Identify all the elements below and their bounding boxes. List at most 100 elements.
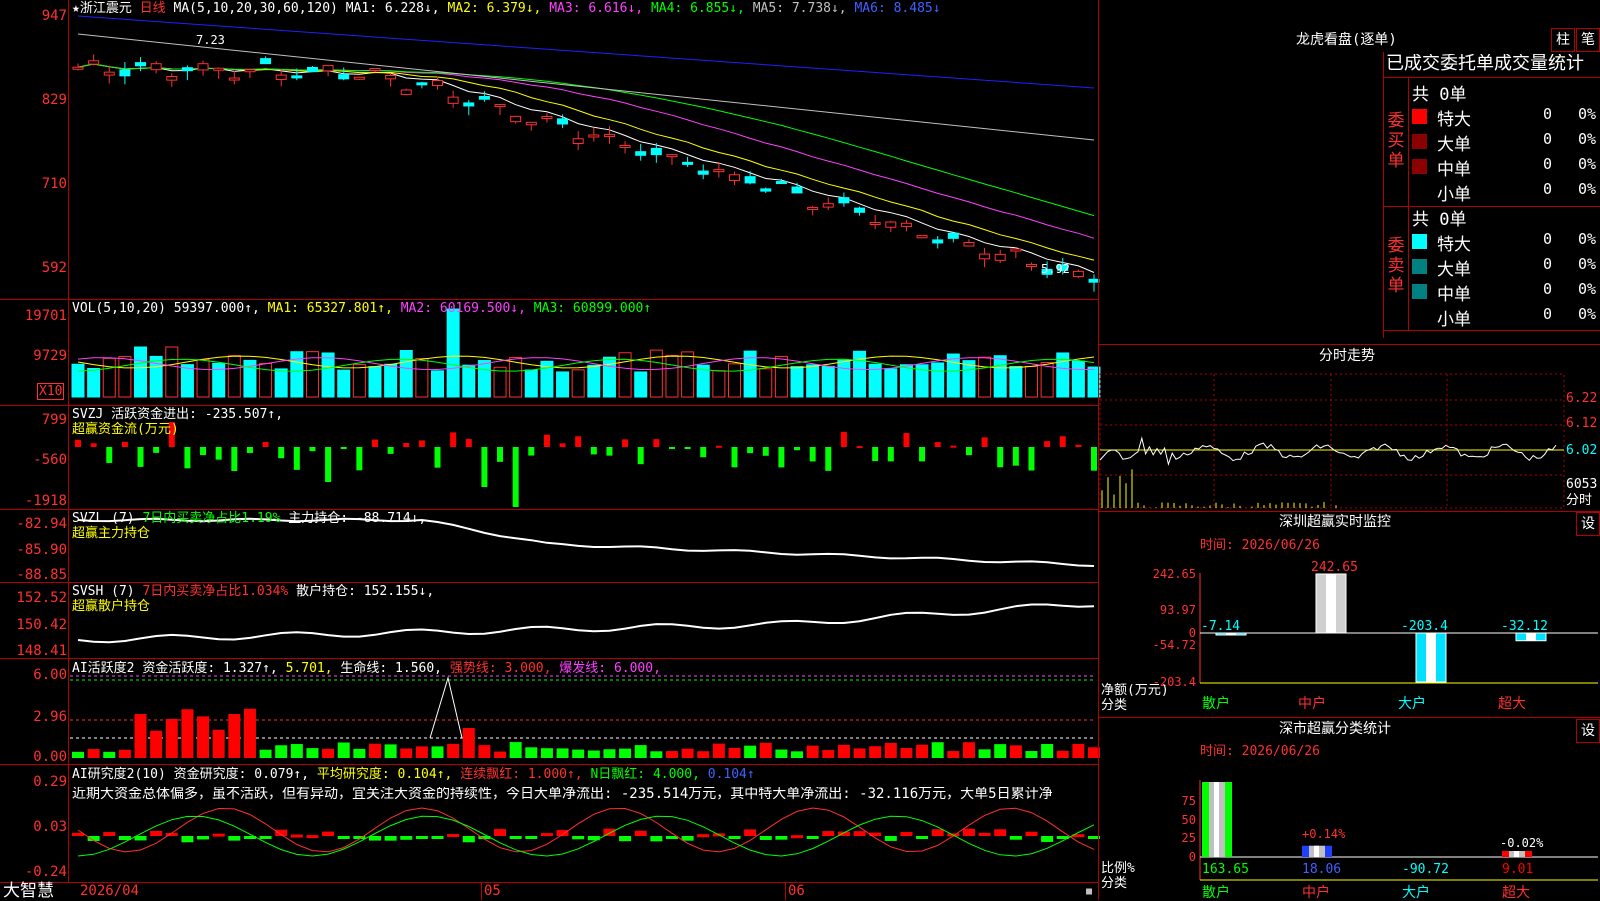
bar-mode-button[interactable]: 柱 — [1551, 28, 1575, 52]
classstat-settings-button[interactable]: 设 — [1576, 719, 1600, 743]
candle — [916, 235, 928, 239]
candle — [275, 74, 287, 80]
svzl-header: SVZL (7) 7日内买卖净占比1.19% 主力持仓: -88.714↓, — [72, 511, 427, 526]
ai-active-bar — [728, 747, 741, 758]
buy-side-label: 委买单 — [1387, 111, 1405, 171]
pane-divider — [0, 509, 1098, 510]
vol-unit-badge[interactable]: X10 — [37, 383, 65, 400]
ai-research-bar — [525, 836, 538, 839]
ai-active-bar — [916, 744, 929, 758]
ai-active-bar — [572, 749, 585, 758]
ai-research-ytick: -0.24 — [24, 864, 67, 880]
ma-line-ma5 — [77, 33, 1095, 141]
svzj-bar — [684, 447, 691, 449]
ai-active-bar — [962, 742, 975, 758]
candle — [791, 186, 803, 194]
svzj-bar — [450, 432, 457, 447]
svzj-bar — [1028, 447, 1035, 471]
volume-bar — [180, 364, 194, 398]
pane-divider — [0, 882, 1098, 883]
ai-active-ytick: 6.00 — [33, 667, 67, 683]
candle — [510, 115, 522, 123]
sell-row-count: 0 — [1543, 255, 1553, 273]
svzj-bar — [309, 447, 316, 452]
candle — [760, 188, 772, 192]
svzl-ytick: -85.90 — [16, 542, 67, 558]
kline-ytick: 947 — [41, 8, 67, 24]
sell-row-name: 大单 — [1437, 260, 1471, 280]
period-label[interactable]: 日线 — [140, 1, 166, 16]
ai-research-bar — [290, 834, 303, 838]
volume-bar — [681, 351, 695, 398]
volume-bar — [1024, 365, 1038, 398]
svzj-bar — [856, 446, 863, 449]
volume-bar — [446, 308, 460, 398]
svzj-bar — [825, 447, 832, 471]
svzj-bar — [246, 447, 253, 453]
ai-research-summary: 近期大资金总体偏多，虽不活跃，但有异动，宜关注大资金的持续性，今日大单净流出: … — [72, 787, 1053, 802]
volume-bar — [946, 353, 960, 398]
ai-research-bar — [728, 836, 741, 839]
table-divider — [1383, 77, 1600, 78]
classstat-bar-core — [1314, 845, 1319, 857]
sell-row-pct: 0% — [1578, 255, 1597, 273]
svzj-bar — [1044, 441, 1051, 447]
candle — [400, 89, 412, 96]
ai-research-bar — [619, 836, 632, 842]
volume-bar — [759, 368, 773, 398]
ai-active-bar — [72, 751, 84, 758]
candle — [588, 134, 600, 138]
svzj-bar — [528, 447, 535, 456]
brand-label[interactable]: 大智慧 — [3, 882, 54, 900]
candle — [619, 144, 631, 148]
classstat-ytick: 25 — [1182, 831, 1196, 845]
ai-active-bar — [212, 729, 225, 758]
ai-active-bar — [384, 744, 397, 758]
candle — [572, 138, 584, 145]
yaxis-divider — [68, 0, 69, 883]
svzj-ytick: 799 — [41, 412, 67, 428]
volume-bar — [431, 370, 445, 398]
volume-bar — [415, 357, 429, 398]
svzj-bar — [75, 439, 81, 447]
svzj-sub: 超赢资金流(万元) — [72, 422, 179, 437]
volume-bar — [899, 364, 913, 398]
ai-active-bar — [994, 744, 1007, 758]
intraday-unit[interactable]: 分时 — [1566, 493, 1592, 508]
candle — [150, 63, 162, 71]
ai-research-bar — [259, 836, 272, 839]
stock-name[interactable]: 浙江震元 — [80, 1, 132, 16]
ai-active-bar — [243, 708, 256, 758]
chart-canvas[interactable]: 242.65 93.97 0 -54.72 -203.4 -7.14 散户 242.65 中户 -… — [0, 0, 1600, 900]
candle — [854, 207, 866, 213]
ai-research-bar — [1009, 836, 1022, 840]
volume-bar — [477, 360, 491, 398]
ai-active-bar — [494, 751, 507, 758]
ai-research-bar — [697, 834, 710, 838]
svzl-sub: 超赢主力持仓 — [72, 526, 151, 541]
monitor-category: 大户 — [1398, 695, 1426, 712]
classstat-bar-core — [1514, 851, 1519, 857]
monitor-settings-button[interactable]: 设 — [1576, 512, 1600, 536]
ai-research-bar — [494, 829, 507, 836]
vol-ytick: 19701 — [24, 308, 67, 324]
ai-active-bar — [556, 748, 569, 758]
svzj-bar — [340, 447, 347, 450]
svzj-bar — [794, 447, 801, 451]
buy-row-pct: 0% — [1578, 130, 1597, 148]
volume-bar — [524, 369, 538, 398]
pane-divider — [0, 582, 1098, 583]
ai-active-bar — [1025, 751, 1038, 758]
svzj-bar — [184, 447, 191, 469]
svzj-bar — [231, 447, 238, 471]
volume-bar — [837, 359, 851, 398]
svzj-bar — [653, 439, 660, 447]
svzj-bar — [981, 437, 988, 447]
ma-line-ma6 — [77, 15, 1095, 89]
candle — [228, 77, 240, 81]
lock-icon[interactable]: ■ — [1086, 886, 1092, 897]
volume-bar — [1071, 360, 1085, 398]
tick-mode-button[interactable]: 笔 — [1576, 28, 1600, 52]
svsh-header: SVSH (7) 7日内买卖净占比1.034% 散户持仓: 152.155↓, — [72, 584, 435, 599]
svsh-sub: 超赢散户持仓 — [72, 599, 151, 614]
